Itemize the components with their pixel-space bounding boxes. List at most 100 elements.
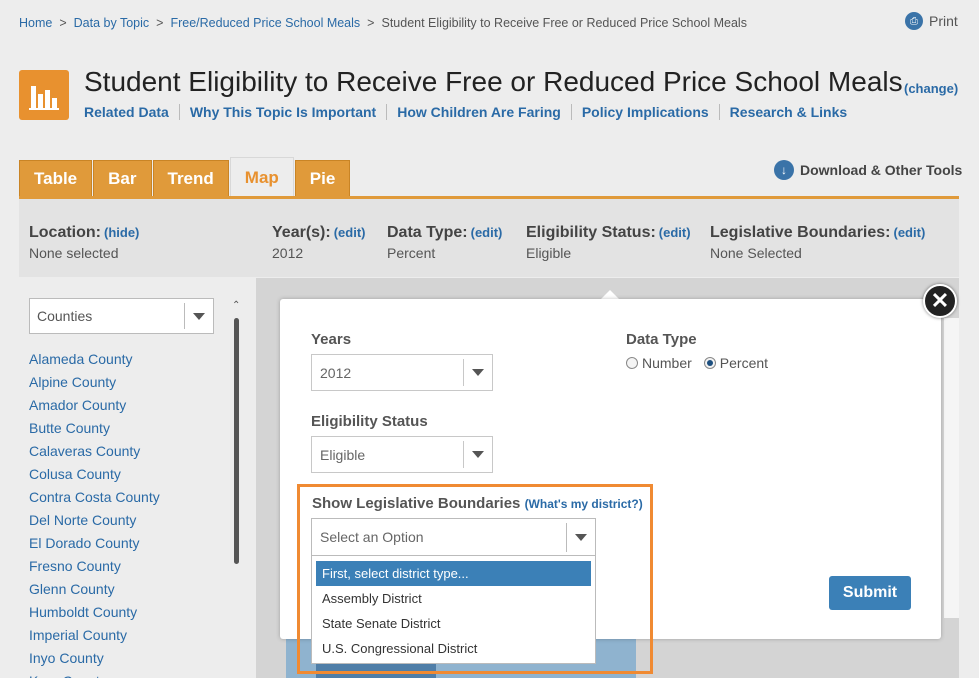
option-us-congressional-district[interactable]: U.S. Congressional District bbox=[316, 636, 591, 661]
breadcrumb-separator: > bbox=[156, 16, 164, 30]
page-title: Student Eligibility to Receive Free or R… bbox=[84, 66, 903, 97]
boundaries-label-text: Show Legislative Boundaries bbox=[312, 495, 521, 512]
tab-table[interactable]: Table bbox=[19, 160, 93, 197]
eligibility-label: Eligibility Status bbox=[311, 413, 428, 430]
list-item[interactable]: Butte County bbox=[29, 417, 160, 440]
list-item[interactable]: Inyo County bbox=[29, 647, 160, 670]
chevron-down-icon bbox=[184, 303, 213, 329]
map-controls bbox=[944, 318, 959, 618]
list-item[interactable]: Contra Costa County bbox=[29, 486, 160, 509]
breadcrumb-data-by-topic[interactable]: Data by Topic bbox=[74, 16, 150, 30]
list-item[interactable]: El Dorado County bbox=[29, 532, 160, 555]
scrollbar-thumb[interactable] bbox=[234, 318, 239, 564]
list-item[interactable]: Calaveras County bbox=[29, 440, 160, 463]
list-item[interactable]: Fresno County bbox=[29, 555, 160, 578]
list-item[interactable]: Alameda County bbox=[29, 348, 160, 371]
option-assembly-district[interactable]: Assembly District bbox=[316, 586, 591, 611]
filter-value: None Selected bbox=[710, 245, 802, 261]
breadcrumb-separator: > bbox=[59, 16, 67, 30]
filter-value: 2012 bbox=[272, 245, 304, 261]
eligibility-select[interactable]: Eligible bbox=[311, 436, 493, 473]
boundaries-select[interactable]: Select an Option bbox=[311, 518, 596, 556]
county-scrollbar[interactable]: ⌃ bbox=[232, 300, 241, 678]
filter-years: Year(s): (edit) 2012 bbox=[272, 224, 365, 261]
edit-data-type-link[interactable]: (edit) bbox=[471, 225, 503, 240]
tab-map[interactable]: Map bbox=[229, 157, 294, 197]
chevron-down-icon bbox=[566, 523, 595, 552]
submit-button[interactable]: Submit bbox=[829, 576, 911, 610]
list-item[interactable]: Amador County bbox=[29, 394, 160, 417]
filter-bar: Location: (hide) None selected Year(s): (e… bbox=[19, 199, 959, 277]
tab-pie[interactable]: Pie bbox=[294, 160, 351, 197]
download-arrow-icon: ↓ bbox=[774, 160, 794, 180]
list-item[interactable]: Del Norte County bbox=[29, 509, 160, 532]
print-button[interactable]: ⎙ Print bbox=[905, 12, 958, 30]
filter-label: Year(s): bbox=[272, 224, 331, 241]
tab-bar[interactable]: Bar bbox=[93, 160, 152, 197]
whats-my-district-link[interactable]: (What's my district?) bbox=[525, 497, 643, 511]
years-select[interactable]: 2012 bbox=[311, 354, 493, 391]
edit-eligibility-link[interactable]: (edit) bbox=[659, 225, 691, 240]
edit-legislative-link[interactable]: (edit) bbox=[894, 225, 926, 240]
boundaries-label: Show Legislative Boundaries (What's my d… bbox=[312, 495, 643, 512]
tab-trend[interactable]: Trend bbox=[152, 160, 229, 197]
number-radio[interactable] bbox=[626, 357, 638, 369]
list-item[interactable]: Humboldt County bbox=[29, 601, 160, 624]
region-type-select[interactable]: Counties bbox=[29, 298, 214, 334]
chevron-down-icon bbox=[463, 359, 492, 386]
data-type-label: Data Type bbox=[626, 331, 697, 348]
breadcrumb: Home > Data by Topic > Free/Reduced Price Sc… bbox=[19, 16, 747, 30]
list-item[interactable]: Imperial County bbox=[29, 624, 160, 647]
boundaries-dropdown: First, select district type... Assembly … bbox=[311, 556, 596, 664]
breadcrumb-current: Student Eligibility to Receive Free or R… bbox=[381, 16, 747, 30]
list-item[interactable]: Colusa County bbox=[29, 463, 160, 486]
list-item[interactable]: Kern County bbox=[29, 670, 160, 678]
download-label: Download & Other Tools bbox=[800, 162, 963, 178]
topic-subnav: Related Data Why This Topic Is Important… bbox=[84, 104, 857, 120]
breadcrumb-topic[interactable]: Free/Reduced Price School Meals bbox=[170, 16, 360, 30]
region-type-value: Counties bbox=[37, 308, 93, 324]
eligibility-value: Eligible bbox=[320, 446, 366, 463]
county-list: Alameda County Alpine County Amador Coun… bbox=[29, 348, 160, 678]
printer-icon: ⎙ bbox=[905, 12, 923, 30]
edit-years-link[interactable]: (edit) bbox=[334, 225, 366, 240]
subnav-policy-implications[interactable]: Policy Implications bbox=[570, 104, 719, 120]
subnav-related-data[interactable]: Related Data bbox=[84, 104, 179, 120]
filter-data-type: Data Type: (edit) Percent bbox=[387, 224, 502, 261]
number-radio-label[interactable]: Number bbox=[642, 355, 692, 371]
list-item[interactable]: Alpine County bbox=[29, 371, 160, 394]
breadcrumb-home[interactable]: Home bbox=[19, 16, 52, 30]
change-topic-link[interactable]: (change) bbox=[904, 81, 958, 96]
filter-location: Location: (hide) None selected bbox=[29, 224, 139, 261]
filter-label: Eligibility Status: bbox=[526, 224, 656, 241]
filter-label: Legislative Boundaries: bbox=[710, 224, 891, 241]
filter-eligibility: Eligibility Status: (edit) Eligible bbox=[526, 224, 691, 261]
data-type-options: Number Percent bbox=[626, 355, 768, 371]
filter-label: Data Type: bbox=[387, 224, 468, 241]
list-item[interactable]: Glenn County bbox=[29, 578, 160, 601]
download-tools-button[interactable]: ↓ Download & Other Tools bbox=[774, 160, 962, 180]
years-value: 2012 bbox=[320, 364, 352, 381]
view-tabs: Table Bar Trend Map Pie bbox=[19, 157, 351, 197]
close-icon[interactable]: ✕ bbox=[923, 284, 957, 318]
filter-value: None selected bbox=[29, 245, 119, 261]
hide-location-link[interactable]: (hide) bbox=[104, 225, 139, 240]
filter-label: Location: bbox=[29, 224, 101, 241]
filter-legislative: Legislative Boundaries: (edit) None Selec… bbox=[710, 224, 925, 261]
print-label: Print bbox=[929, 13, 958, 29]
subnav-why-important[interactable]: Why This Topic Is Important bbox=[178, 104, 386, 120]
chevron-down-icon bbox=[463, 441, 492, 468]
chevron-up-icon[interactable]: ⌃ bbox=[232, 300, 240, 311]
breadcrumb-separator: > bbox=[367, 16, 375, 30]
percent-radio[interactable] bbox=[703, 357, 716, 369]
filter-value: Percent bbox=[387, 245, 436, 261]
years-label: Years bbox=[311, 331, 352, 348]
boundaries-placeholder: Select an Option bbox=[320, 529, 424, 545]
location-panel: Counties Alameda County Alpine County Am… bbox=[19, 278, 255, 678]
subnav-research-links[interactable]: Research & Links bbox=[718, 104, 858, 120]
subnav-children-faring[interactable]: How Children Are Faring bbox=[386, 104, 571, 120]
option-select-district-type[interactable]: First, select district type... bbox=[316, 561, 591, 586]
bar-chart-icon bbox=[19, 70, 69, 120]
option-state-senate-district[interactable]: State Senate District bbox=[316, 611, 591, 636]
percent-radio-label[interactable]: Percent bbox=[720, 355, 768, 371]
